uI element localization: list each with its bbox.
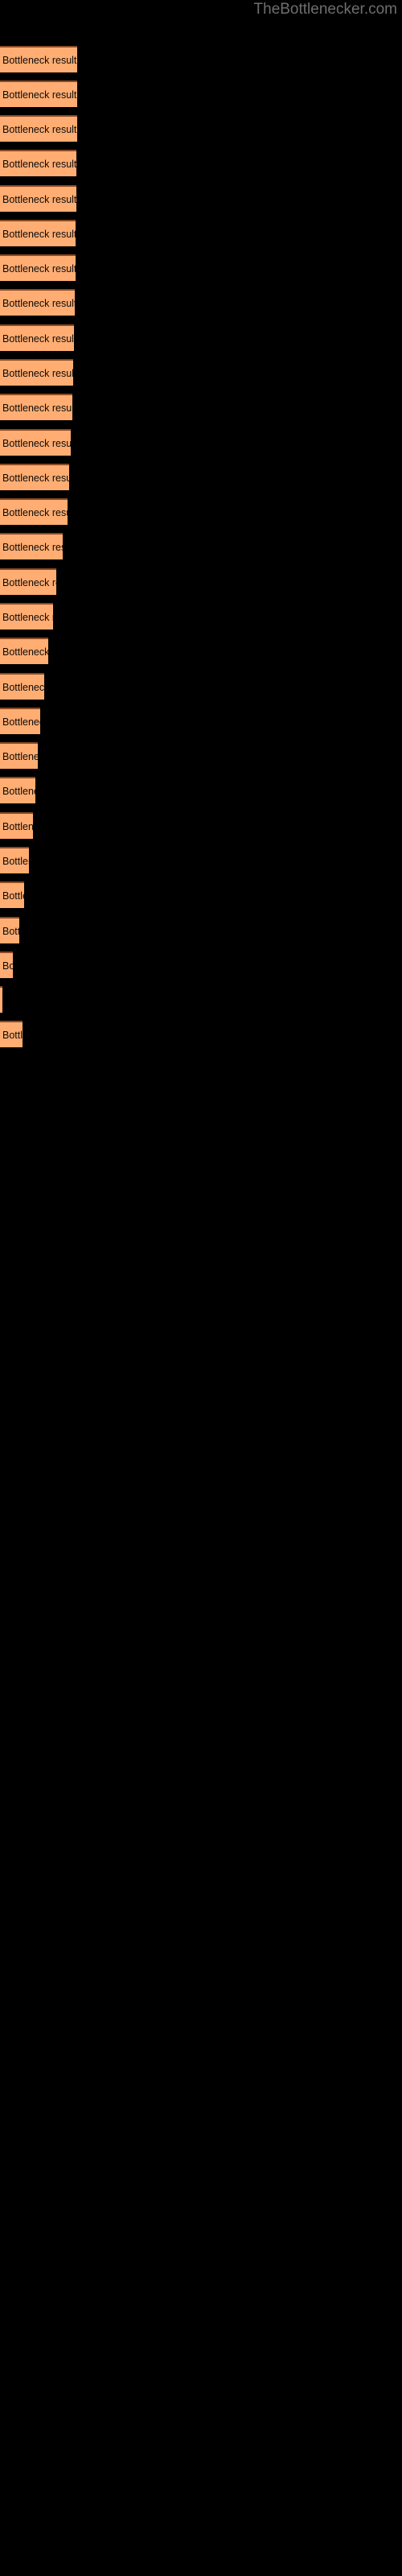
bar-label: Bottleneck result xyxy=(2,402,72,414)
bar-row: Bottleneck result xyxy=(0,185,402,212)
bar-label: Bottleneck result xyxy=(2,541,63,553)
bottleneck-result-bar[interactable]: Bottleneck result xyxy=(0,917,19,943)
bottleneck-result-bar[interactable]: Bottleneck result xyxy=(0,464,69,490)
bottleneck-result-bar[interactable]: Bottleneck result xyxy=(0,603,53,630)
bar-row: Bottleneck result xyxy=(0,220,402,246)
bar-row: Bottleneck result xyxy=(0,986,402,1013)
bottleneck-result-bar[interactable]: Bottleneck result xyxy=(0,185,76,212)
bottleneck-result-bar[interactable]: Bottleneck result xyxy=(0,429,71,456)
bar-row: Bottleneck result xyxy=(0,568,402,595)
bar-label: Bottleneck result xyxy=(2,228,76,240)
bar-row: Bottleneck result xyxy=(0,115,402,142)
bottleneck-chart-page: TheBottlenecker.com Bottleneck result Bot… xyxy=(0,0,402,2576)
bottleneck-result-bar[interactable]: Bottleneck result xyxy=(0,1021,23,1047)
bar-row: Bottleneck result xyxy=(0,847,402,873)
bar-label: Bottleneck result xyxy=(2,89,77,101)
bottleneck-result-bar[interactable]: Bottleneck result xyxy=(0,289,75,316)
bar-label: Bottleneck result xyxy=(2,262,76,275)
bottleneck-result-bar[interactable]: Bottleneck result xyxy=(0,777,35,803)
bar-row: Bottleneck result xyxy=(0,881,402,908)
bottleneck-result-bar[interactable]: Bottleneck result xyxy=(0,359,73,386)
bottleneck-result-bar[interactable]: Bottleneck result xyxy=(0,568,56,595)
bottleneck-result-bar[interactable]: Bottleneck result xyxy=(0,673,44,700)
bar-row: Bottleneck result xyxy=(0,150,402,176)
bottleneck-result-bar[interactable]: Bottleneck result xyxy=(0,742,38,769)
bottleneck-result-bar[interactable]: Bottleneck result xyxy=(0,324,74,351)
bar-label: Bottleneck result xyxy=(2,960,13,972)
bar-label: Bottleneck result xyxy=(2,367,73,379)
bar-label: Bottleneck result xyxy=(2,820,33,832)
horizontal-bar-chart: Bottleneck result Bottleneck result Bottle… xyxy=(0,0,402,2576)
bar-label: Bottleneck result xyxy=(2,54,77,66)
bar-label: Bottleneck result xyxy=(2,611,53,623)
bar-row: Bottleneck result xyxy=(0,46,402,72)
bottleneck-result-bar[interactable]: Bottleneck result xyxy=(0,533,63,559)
bottleneck-result-bar[interactable]: Bottleneck result xyxy=(0,986,2,1013)
bar-row: Bottleneck result xyxy=(0,777,402,803)
bar-label: Bottleneck result xyxy=(2,785,35,797)
bar-label: Bottleneck result xyxy=(2,716,40,728)
bottleneck-result-bar[interactable]: Bottleneck result xyxy=(0,220,76,246)
bar-row: Bottleneck result xyxy=(0,812,402,839)
bar-label: Bottleneck result xyxy=(2,123,77,135)
bottleneck-result-bar[interactable]: Bottleneck result xyxy=(0,115,77,142)
bottleneck-result-bar[interactable]: Bottleneck result xyxy=(0,638,48,664)
bottleneck-result-bar[interactable]: Bottleneck result xyxy=(0,812,33,839)
bar-label: Bottleneck result xyxy=(2,193,76,205)
bar-label: Bottleneck result xyxy=(2,506,68,518)
bar-row: Bottleneck result xyxy=(0,742,402,769)
bottleneck-result-bar[interactable]: Bottleneck result xyxy=(0,498,68,525)
bar-row: Bottleneck result xyxy=(0,708,402,734)
bar-label: Bottleneck result xyxy=(2,297,75,309)
bar-row: Bottleneck result xyxy=(0,359,402,386)
bottleneck-result-bar[interactable]: Bottleneck result xyxy=(0,847,29,873)
bottleneck-result-bar[interactable]: Bottleneck result xyxy=(0,254,76,281)
bar-row: Bottleneck result xyxy=(0,464,402,490)
bar-row: Bottleneck result xyxy=(0,80,402,107)
bar-row: Bottleneck result xyxy=(0,1021,402,1047)
bar-row: Bottleneck result xyxy=(0,533,402,559)
bar-row: Bottleneck result xyxy=(0,603,402,630)
bar-label: Bottleneck result xyxy=(2,472,69,484)
bar-row: Bottleneck result xyxy=(0,254,402,281)
bar-row: Bottleneck result xyxy=(0,917,402,943)
bottleneck-result-bar[interactable]: Bottleneck result xyxy=(0,80,77,107)
bar-label: Bottleneck result xyxy=(2,1029,23,1041)
bottleneck-result-bar[interactable]: Bottleneck result xyxy=(0,952,13,978)
bar-row: Bottleneck result xyxy=(0,289,402,316)
bottleneck-result-bar[interactable]: Bottleneck result xyxy=(0,150,76,176)
bar-row: Bottleneck result xyxy=(0,498,402,525)
bar-label: Bottleneck result xyxy=(2,576,56,588)
bottleneck-result-bar[interactable]: Bottleneck result xyxy=(0,46,77,72)
bar-label: Bottleneck result xyxy=(2,158,76,170)
bar-label: Bottleneck result xyxy=(2,332,74,345)
bar-row: Bottleneck result xyxy=(0,952,402,978)
bar-label: Bottleneck result xyxy=(2,750,38,762)
bottleneck-result-bar[interactable]: Bottleneck result xyxy=(0,881,24,908)
bar-label: Bottleneck result xyxy=(2,646,48,658)
bar-row: Bottleneck result xyxy=(0,394,402,420)
bar-row: Bottleneck result xyxy=(0,429,402,456)
bar-label: Bottleneck result xyxy=(2,437,71,449)
bar-label: Bottleneck result xyxy=(2,681,44,693)
bar-row: Bottleneck result xyxy=(0,324,402,351)
bottleneck-result-bar[interactable]: Bottleneck result xyxy=(0,708,40,734)
bar-row: Bottleneck result xyxy=(0,673,402,700)
bar-label: Bottleneck result xyxy=(2,855,29,867)
bar-label: Bottleneck result xyxy=(2,890,24,902)
bar-row: Bottleneck result xyxy=(0,638,402,664)
bar-label: Bottleneck result xyxy=(2,925,19,937)
bottleneck-result-bar[interactable]: Bottleneck result xyxy=(0,394,72,420)
